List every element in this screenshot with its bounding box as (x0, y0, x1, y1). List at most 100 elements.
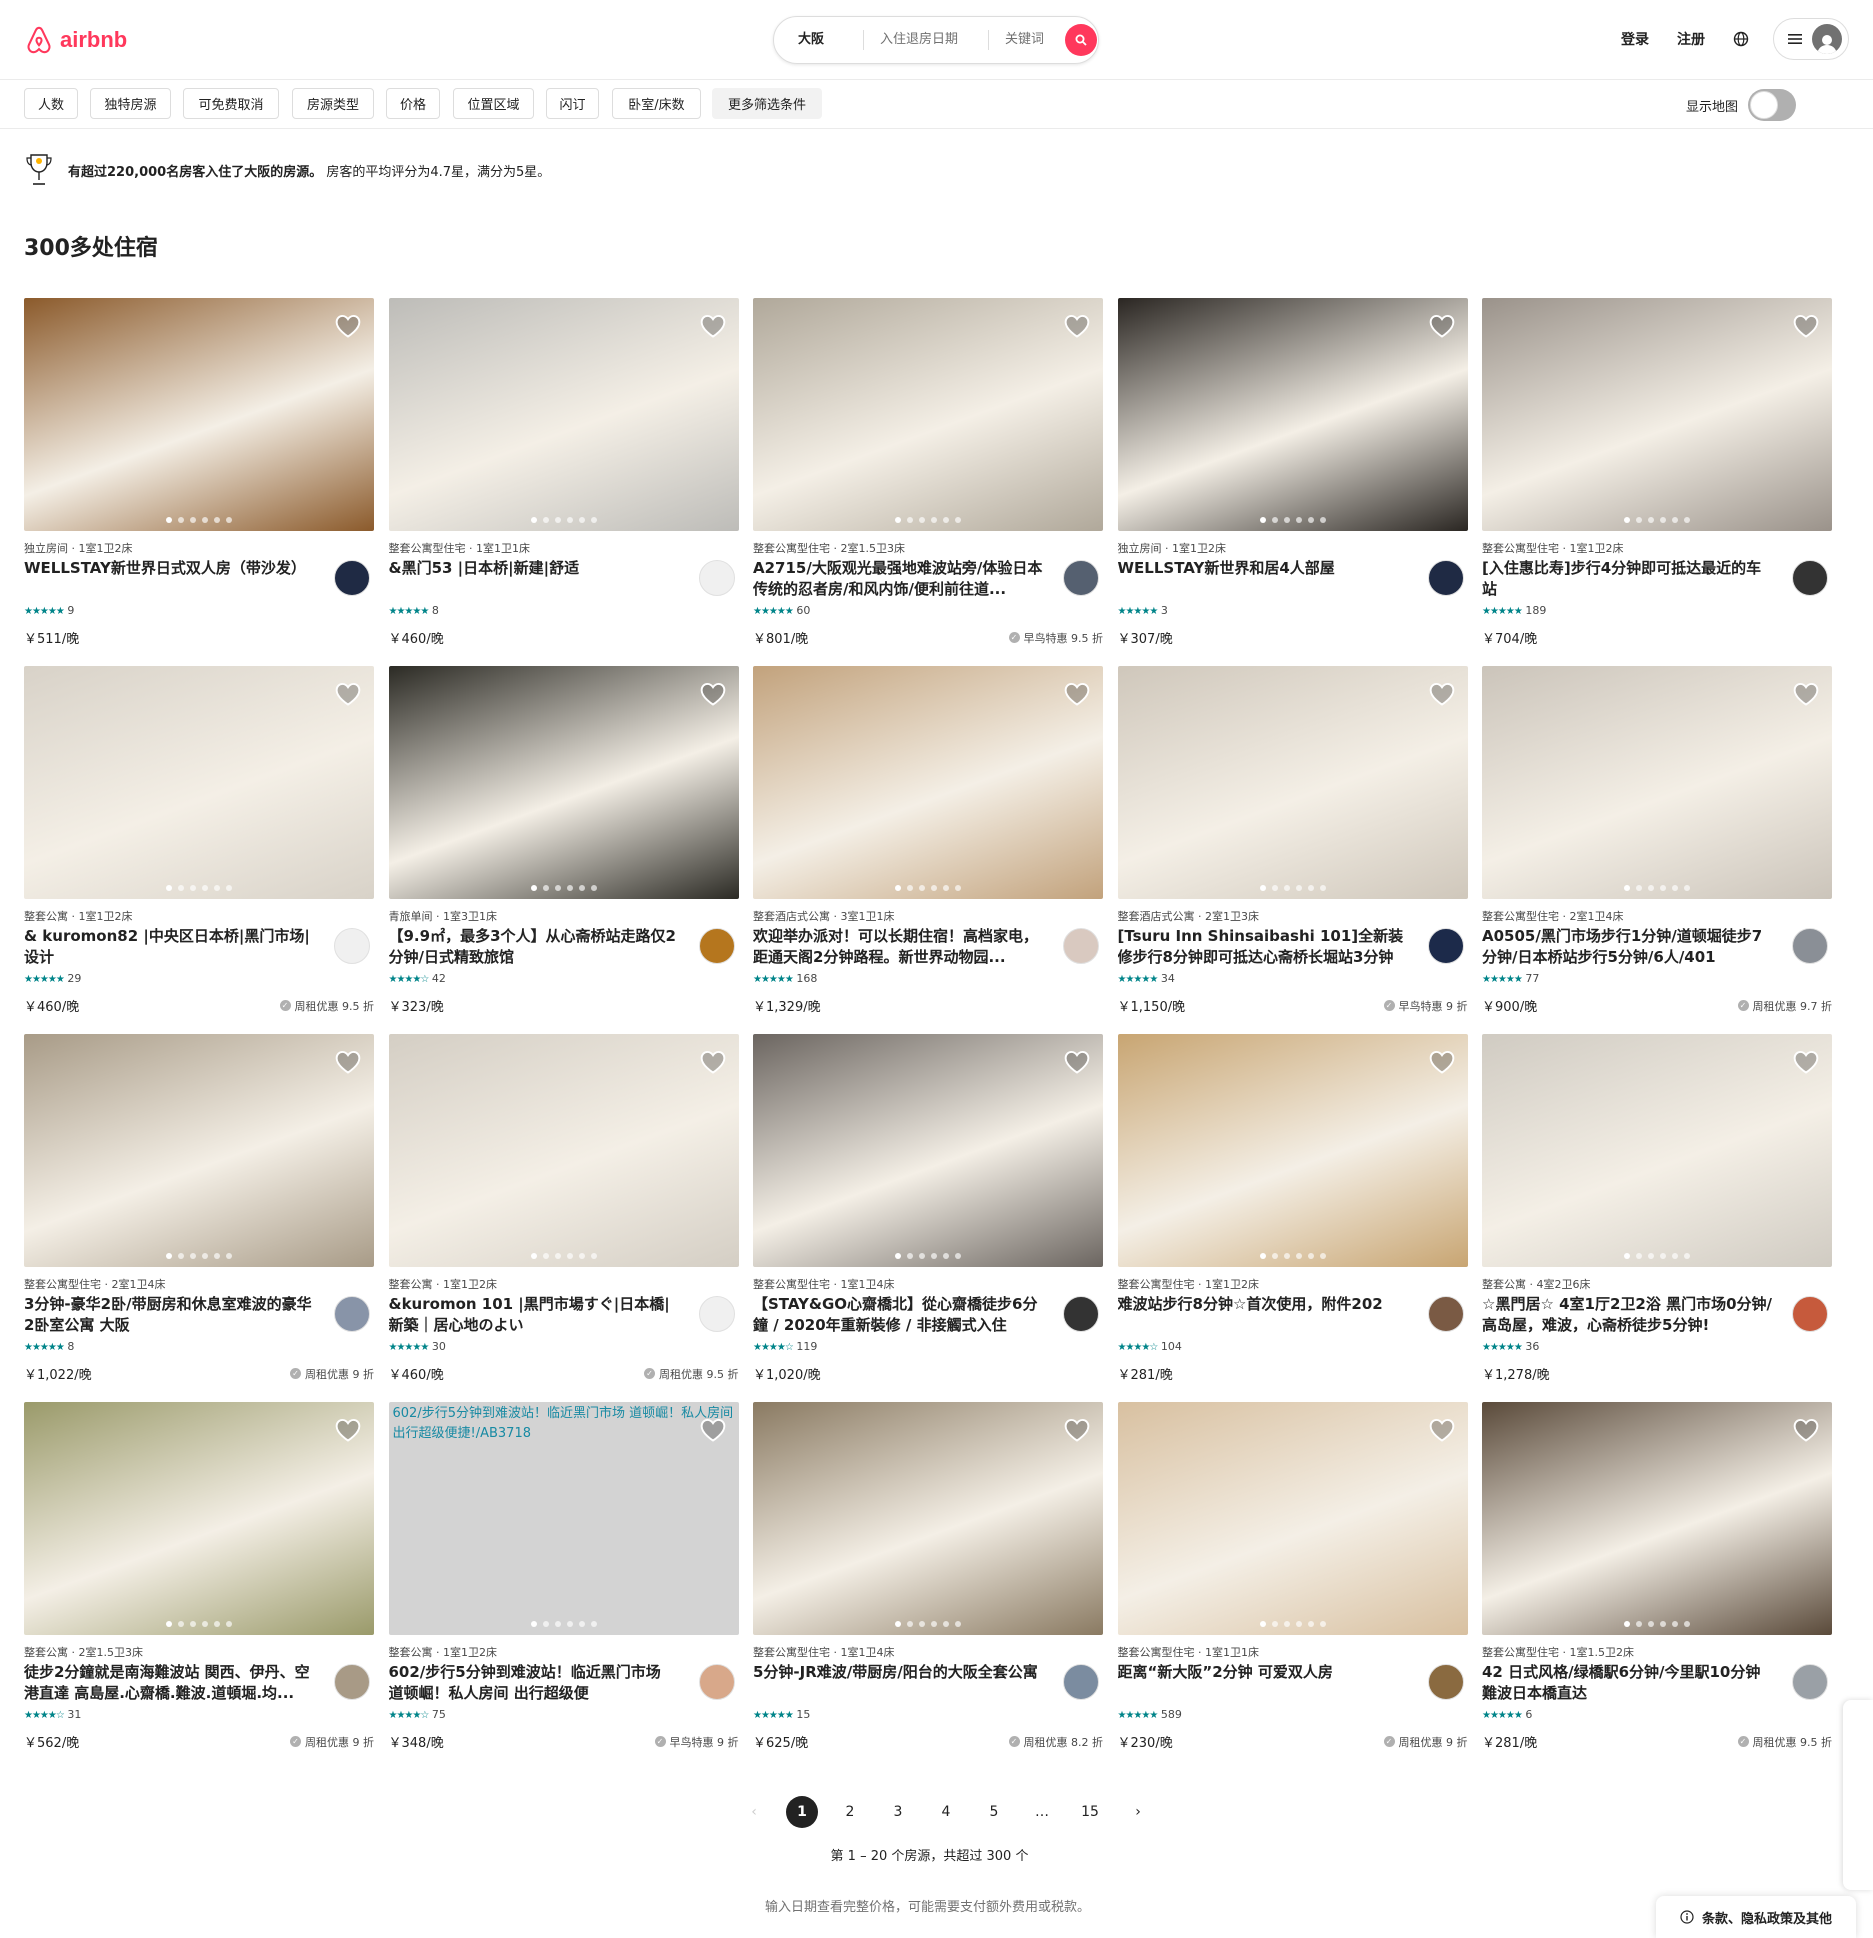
heart-icon[interactable] (699, 1048, 727, 1076)
page-5[interactable]: 5 (978, 1796, 1010, 1828)
host-avatar[interactable] (1063, 928, 1099, 964)
carousel-dots[interactable] (24, 1621, 374, 1627)
carousel-dots[interactable] (753, 1253, 1103, 1259)
prev-page-button[interactable]: ‹ (738, 1796, 770, 1828)
listing-card[interactable]: 整套公寓型住宅 · 1室1卫1床 距离“新大阪”2分钟 可爱双人房 ★★★★★ … (1117, 1402, 1468, 1770)
listing-card[interactable]: 整套公寓型住宅 · 1室1卫4床 5分钟-JR难波/带厨房/阳台的大阪全套公寓 … (753, 1402, 1103, 1770)
search-bar[interactable]: 大阪 入住退房日期 关键词 (773, 16, 1099, 64)
search-location[interactable]: 大阪 (774, 30, 864, 50)
filter-location[interactable]: 位置区域 (453, 88, 534, 119)
listing-title[interactable]: [入住惠比寿]步行4分钟即可抵达最近的车站 (1482, 558, 1772, 600)
search-button[interactable] (1065, 24, 1097, 56)
listing-title[interactable]: &kuromon 101 |黒門市場すぐ|日本橋|新築｜居心地のよい (389, 1294, 679, 1336)
heart-icon[interactable] (1063, 1048, 1091, 1076)
listing-title[interactable]: A2715/大阪观光最强地难波站旁/体验日本传统的忍者房/和风内饰/便利前往道.… (753, 558, 1043, 600)
heart-icon[interactable] (1428, 1048, 1456, 1076)
listing-title[interactable]: 徒步2分鐘就是南海難波站 関西、伊丹、空港直達 高島屋.心齋橋.難波.道頓堀.均… (24, 1662, 314, 1704)
login-link[interactable]: 登录 (1609, 19, 1661, 59)
heart-icon[interactable] (334, 1048, 362, 1076)
heart-icon[interactable] (1428, 680, 1456, 708)
carousel-dots[interactable] (389, 517, 739, 523)
filter-unique-stays[interactable]: 独特房源 (90, 88, 171, 119)
host-avatar[interactable] (1792, 1296, 1828, 1332)
user-menu-button[interactable] (1773, 18, 1849, 60)
listing-card[interactable]: 602/步行5分钟到难波站！临近黑门市场 道顿崛！私人房间 出行超级便捷!/AB… (388, 1402, 739, 1770)
listing-card[interactable]: 整套公寓型住宅 · 1室1卫2床 [入住惠比寿]步行4分钟即可抵达最近的车站 ★… (1482, 298, 1832, 666)
host-avatar[interactable] (1063, 560, 1099, 596)
heart-icon[interactable] (1063, 312, 1091, 340)
listing-card[interactable]: 整套公寓 · 2室1.5卫3床 徒步2分鐘就是南海難波站 関西、伊丹、空港直達 … (24, 1402, 374, 1770)
side-feedback-tab[interactable] (1843, 1700, 1873, 1890)
filter-property-type[interactable]: 房源类型 (292, 88, 374, 119)
listing-card[interactable]: 整套公寓型住宅 · 2室1卫4床 3分钟-豪华2卧/带厨房和休息室难波的豪华2卧… (24, 1034, 374, 1402)
listing-photo[interactable] (1482, 1034, 1832, 1267)
filter-guests[interactable]: 人数 (24, 88, 78, 119)
listing-card[interactable]: 整套公寓型住宅 · 1室1卫2床 难波站步行8分钟☆首次使用，附件202 ★★★… (1117, 1034, 1468, 1402)
listing-title[interactable]: 42 日式风格/绿橋駅6分钟/今里駅10分钟 難波日本橋直达 (1482, 1662, 1772, 1704)
carousel-dots[interactable] (389, 1253, 739, 1259)
filter-rooms-beds[interactable]: 卧室/床数 (612, 88, 701, 119)
host-avatar[interactable] (698, 1664, 735, 1700)
next-page-button[interactable]: › (1122, 1796, 1154, 1828)
listing-photo[interactable] (753, 298, 1103, 531)
carousel-dots[interactable] (1118, 1253, 1468, 1259)
carousel-dots[interactable] (753, 517, 1103, 523)
host-avatar[interactable] (1427, 928, 1464, 964)
heart-icon[interactable] (699, 680, 727, 708)
listing-title[interactable]: 【STAY&GO心齋橋北】從心齋橋徒步6分鐘 / 2020年重新裝修 / 非接觸… (753, 1294, 1043, 1336)
listing-title[interactable]: 602/步行5分钟到难波站！临近黑门市场 道顿崛！私人房间 出行超级便捷!/AB… (389, 1662, 679, 1704)
carousel-dots[interactable] (1482, 1253, 1832, 1259)
carousel-dots[interactable] (1482, 517, 1832, 523)
listing-card[interactable]: 整套公寓型住宅 · 2室1.5卫3床 A2715/大阪观光最强地难波站旁/体验日… (753, 298, 1103, 666)
listing-photo[interactable]: 602/步行5分钟到难波站！临近黑门市场 道顿崛！私人房间 出行超级便捷!/AB… (388, 1402, 739, 1635)
host-avatar[interactable] (334, 1296, 370, 1332)
listing-photo[interactable] (24, 298, 374, 531)
filter-free-cancellation[interactable]: 可免费取消 (183, 88, 279, 119)
host-avatar[interactable] (1427, 1664, 1464, 1700)
listing-photo[interactable] (24, 666, 374, 899)
page-2[interactable]: 2 (834, 1796, 866, 1828)
listing-title[interactable]: 距离“新大阪”2分钟 可爱双人房 (1118, 1662, 1408, 1704)
search-dates[interactable]: 入住退房日期 (864, 30, 989, 50)
listing-photo[interactable] (753, 666, 1103, 899)
carousel-dots[interactable] (1118, 1621, 1468, 1627)
carousel-dots[interactable] (24, 1253, 374, 1259)
search-keyword[interactable]: 关键词 (989, 30, 1063, 50)
host-avatar[interactable] (698, 928, 735, 964)
listing-title[interactable]: & kuromon82 |中央区日本桥|黑门市场|设计 (24, 926, 314, 968)
listing-photo[interactable] (388, 298, 739, 531)
listing-title[interactable]: 5分钟-JR难波/带厨房/阳台的大阪全套公寓 (753, 1662, 1043, 1704)
listing-photo[interactable] (24, 1034, 374, 1267)
carousel-dots[interactable] (24, 517, 374, 523)
carousel-dots[interactable] (389, 1621, 739, 1627)
listing-photo[interactable] (24, 1402, 374, 1635)
carousel-dots[interactable] (1118, 517, 1468, 523)
terms-button[interactable]: 条款、隐私政策及其他 (1656, 1896, 1856, 1938)
listing-photo[interactable] (1482, 298, 1832, 531)
heart-icon[interactable] (1428, 1416, 1456, 1444)
listing-card[interactable]: 整套酒店式公寓 · 2室1卫3床 [Tsuru Inn Shinsaibashi… (1117, 666, 1468, 1034)
listing-title[interactable]: &黑门53 |日本桥|新建|舒适 (389, 558, 679, 600)
listing-title[interactable]: WELLSTAY新世界日式双人房（带沙发） (24, 558, 314, 600)
host-avatar[interactable] (1427, 1296, 1464, 1332)
heart-icon[interactable] (1792, 680, 1820, 708)
airbnb-logo[interactable]: airbnb (24, 24, 127, 56)
host-avatar[interactable] (1792, 928, 1828, 964)
listing-card[interactable]: 独立房间 · 1室1卫2床 WELLSTAY新世界和居4人部屋 ★★★★★ 3 … (1117, 298, 1468, 666)
listing-photo[interactable] (1117, 666, 1468, 899)
page-15[interactable]: 15 (1074, 1796, 1106, 1828)
listing-photo[interactable] (753, 1034, 1103, 1267)
filter-instant-book[interactable]: 闪订 (546, 88, 599, 119)
host-avatar[interactable] (698, 560, 735, 596)
filter-price[interactable]: 价格 (386, 88, 440, 119)
heart-icon[interactable] (1792, 1048, 1820, 1076)
listing-photo[interactable] (1482, 1402, 1832, 1635)
page-1[interactable]: 1 (786, 1796, 818, 1828)
listing-photo[interactable] (388, 666, 739, 899)
listing-title[interactable]: [Tsuru Inn Shinsaibashi 101]全新装修步行8分钟即可抵… (1118, 926, 1408, 968)
listing-card[interactable]: 整套公寓型住宅 · 1室1卫4床 【STAY&GO心齋橋北】從心齋橋徒步6分鐘 … (753, 1034, 1103, 1402)
carousel-dots[interactable] (753, 1621, 1103, 1627)
host-avatar[interactable] (334, 928, 370, 964)
host-avatar[interactable] (334, 1664, 370, 1700)
carousel-dots[interactable] (1482, 1621, 1832, 1627)
